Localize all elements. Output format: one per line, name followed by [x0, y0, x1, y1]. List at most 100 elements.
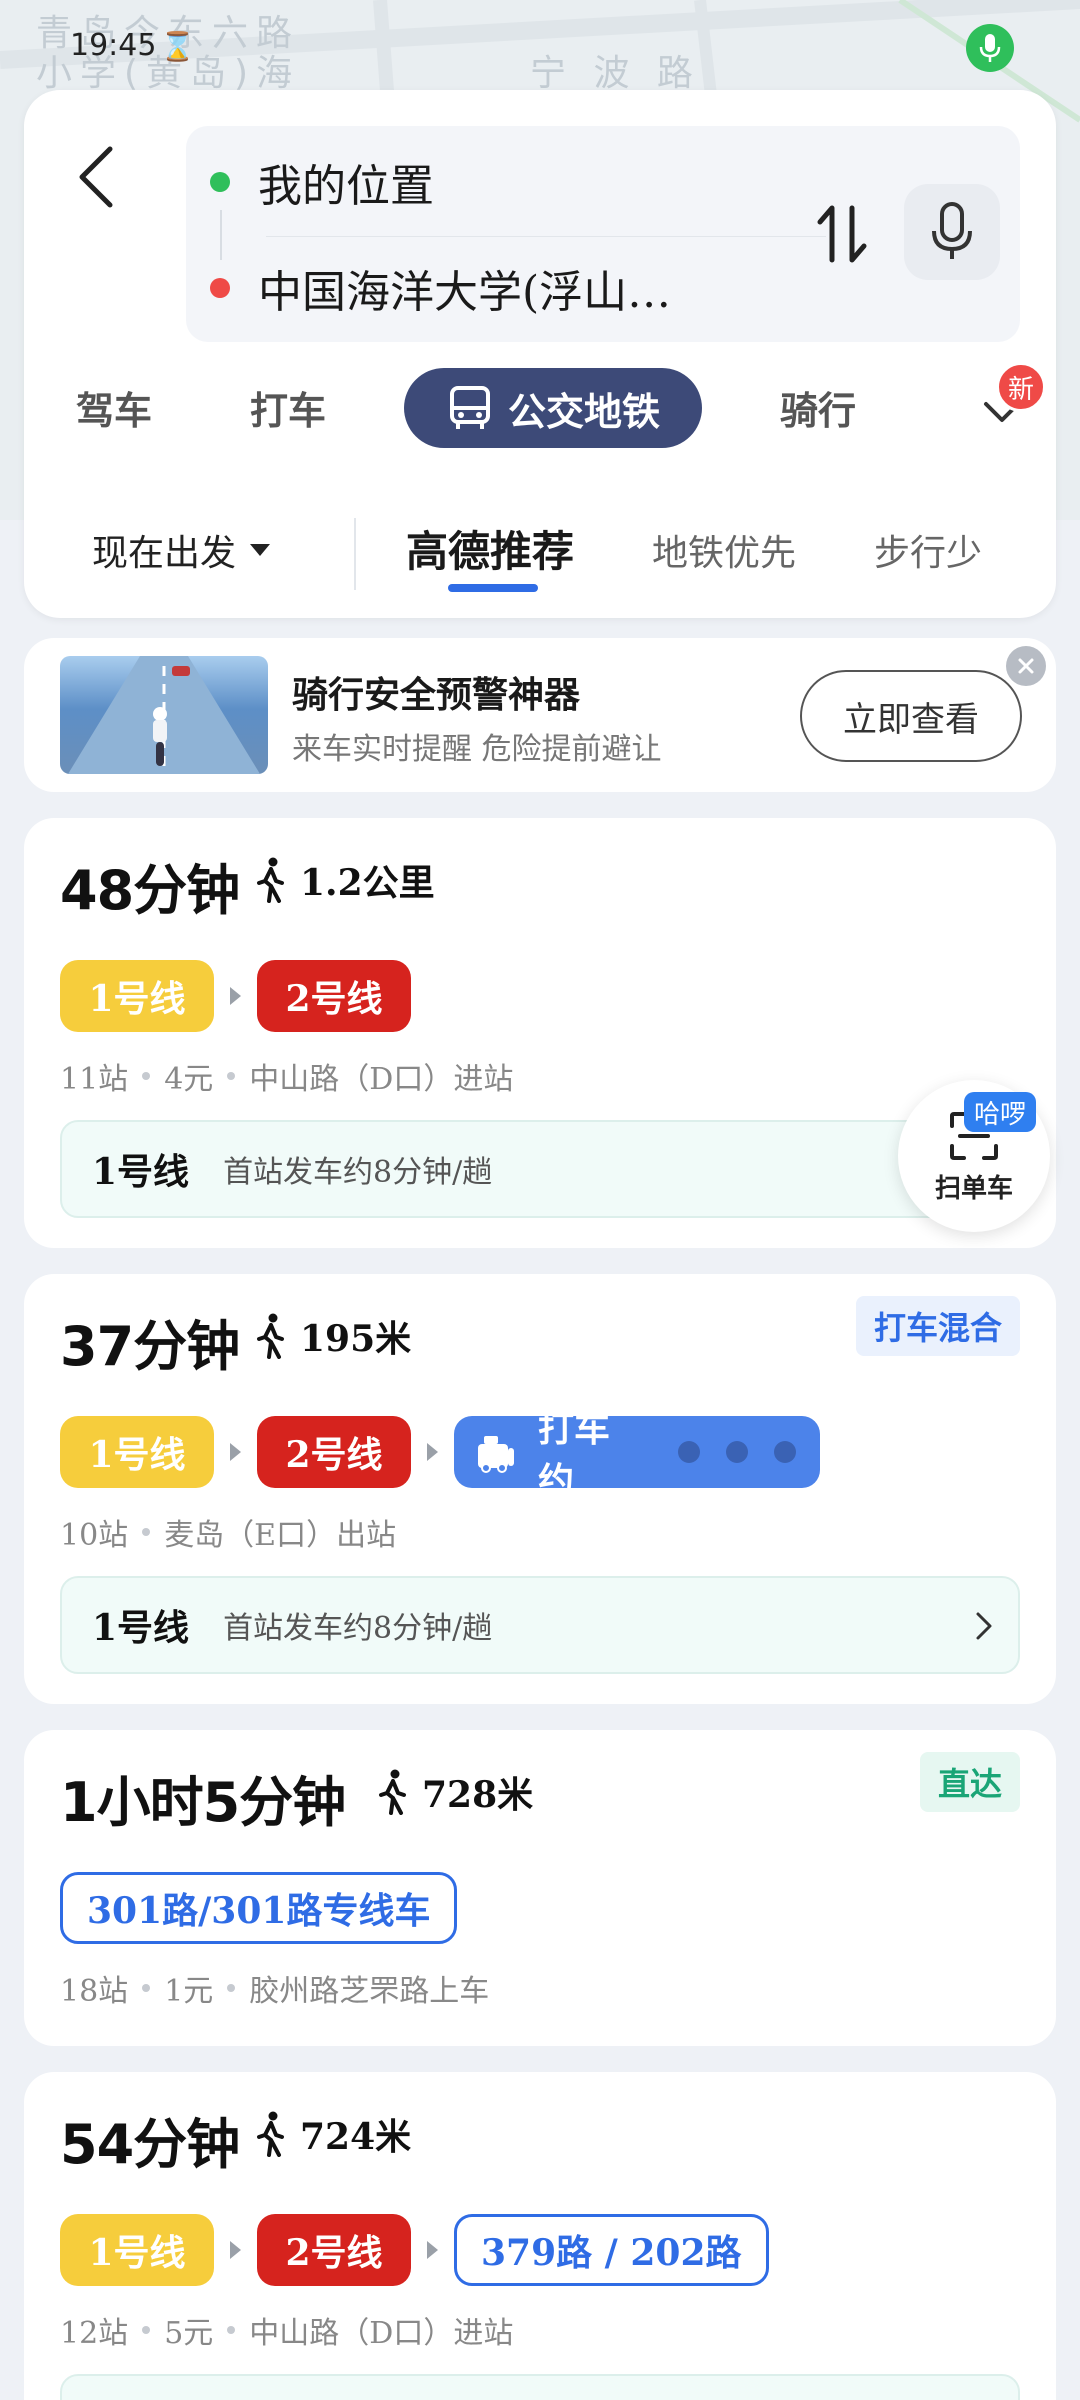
swap-locations-button[interactable]: [804, 192, 880, 276]
walk-distance-text: 724米: [300, 2116, 412, 2158]
route-station: 麦岛（E口）出站: [164, 1518, 397, 1553]
line-1-badge: 1号线: [60, 960, 214, 1032]
taxi-icon: [474, 1430, 518, 1474]
separator-dot: [227, 2326, 236, 2334]
line-2-badge: 2号线: [257, 960, 411, 1032]
loading-dots: [652, 1441, 796, 1463]
route-option-card[interactable]: 1小时5分钟 728米 直达 301路/301路专线车 18站 1元 胶州路芝罘…: [24, 1730, 1056, 2046]
filter-tab-subway-first[interactable]: 地铁优先: [652, 524, 796, 576]
route-duration: 48分钟: [60, 859, 240, 922]
back-button[interactable]: [60, 132, 132, 222]
detail-line-name: 1号线: [92, 1607, 190, 1649]
route-stops: 11站: [60, 1062, 129, 1097]
ad-close-button[interactable]: [1006, 646, 1046, 686]
ad-title: 骑行安全预警神器: [292, 675, 581, 716]
caret-down-icon: [250, 544, 271, 556]
route-duration: 54分钟: [60, 2113, 240, 2176]
route-duration: 37分钟: [60, 1315, 240, 1378]
voice-input-button[interactable]: [904, 184, 1000, 280]
ad-image: [60, 656, 268, 774]
bus-icon: [446, 384, 494, 432]
tab-drive[interactable]: 驾车: [76, 380, 152, 435]
route-segments: 301路/301路专线车: [60, 1872, 458, 1944]
tab-taxi[interactable]: 打车: [250, 380, 326, 435]
line-detail-bar[interactable]: 1号线 首站发车约8分钟/趟: [60, 1120, 1020, 1218]
ad-view-button[interactable]: 立即查看: [800, 670, 1022, 762]
line-detail-bar[interactable]: 1号线 首站发车约8分钟/趟: [60, 1576, 1020, 1674]
walking-icon: [254, 857, 286, 903]
route-fare: 5元: [164, 2316, 214, 2351]
route-input-box: 我的位置 中国海洋大学(浮山…: [186, 126, 1020, 342]
map-label: 宁 波 路: [530, 53, 701, 94]
arrow-right-icon: [230, 2241, 241, 2259]
route-tag-direct: 直达: [919, 1752, 1020, 1812]
swap-icon: [817, 205, 867, 263]
detail-line-frequency: 首站发车约8分钟/趟: [223, 1611, 493, 1646]
route-stops: 18站: [60, 1974, 129, 2009]
route-walk-distance: 728米: [376, 1766, 533, 1818]
walking-icon: [376, 1769, 408, 1815]
taxi-segment-badge: 打车 约: [454, 1408, 820, 1502]
route-fare: 4元: [164, 1062, 214, 1097]
separator-dot: [142, 2326, 151, 2334]
depart-time-label: 现在出发: [92, 533, 237, 574]
route-walk-distance: 724米: [254, 2108, 411, 2160]
divider: [220, 210, 222, 260]
bus-line-badge: 379路 / 202路: [454, 2214, 769, 2286]
hourglass-icon: ⌛: [160, 30, 195, 63]
detail-line-name: 1号线: [92, 1151, 190, 1193]
route-walk-distance: 1.2公里: [254, 854, 435, 906]
route-info: 18站 1元 胶州路芝罘路上车: [60, 1966, 489, 2010]
ad-banner[interactable]: 骑行安全预警神器 来车实时提醒 危险提前避让 立即查看: [24, 638, 1056, 792]
filter-tab-recommended[interactable]: 高德推荐: [406, 518, 574, 579]
arrow-right-icon: [427, 1443, 438, 1461]
filter-tab-less-walking[interactable]: 步行少: [874, 524, 982, 576]
tab-transit-label: 公交地铁: [507, 388, 660, 434]
start-dot-icon: [210, 172, 230, 192]
ad-subtitle: 来车实时提醒 危险提前避让: [292, 732, 662, 767]
scan-bike-label: 扫单车: [934, 1174, 1013, 1204]
scan-bike-button[interactable]: 哈啰 扫单车: [898, 1080, 1050, 1232]
detail-line-frequency: 首站发车约8分钟/趟: [223, 1155, 493, 1190]
divider: [266, 236, 826, 237]
walk-distance-text: 1.2公里: [300, 862, 435, 904]
route-option-card[interactable]: 54分钟 724米 1号线 2号线 379路 / 202路 12站 5元 中山路…: [24, 2072, 1056, 2400]
end-location-text: 中国海洋大学(浮山…: [258, 267, 672, 318]
arrow-right-icon: [230, 1443, 241, 1461]
route-fare: 1元: [164, 1974, 214, 2009]
route-segments: 1号线 2号线 379路 / 202路: [60, 2214, 769, 2286]
tab-transit[interactable]: 公交地铁: [404, 368, 702, 448]
route-option-card[interactable]: 37分钟 195米 打车混合 1号线 2号线 打车 约 10站 麦岛（E口）出站…: [24, 1274, 1056, 1704]
route-filter-row: 现在出发 高德推荐 地铁优先 步行少: [24, 500, 1056, 600]
start-location-field[interactable]: 我的位置: [210, 150, 434, 214]
route-search-card: 我的位置 中国海洋大学(浮山… 驾车 打车 公交地铁 骑行 新 现在出发 高德推…: [24, 90, 1056, 618]
route-station: 胶州路芝罘路上车: [249, 1974, 490, 2009]
route-duration: 1小时5分钟: [60, 1771, 346, 1834]
line-1-badge: 1号线: [60, 2214, 214, 2286]
depart-time-dropdown[interactable]: 现在出发: [92, 524, 271, 576]
line-1-badge: 1号线: [60, 1416, 214, 1488]
route-info: 10站 麦岛（E口）出站: [60, 1510, 396, 1554]
line-2-badge: 2号线: [257, 2214, 411, 2286]
walk-distance-text: 195米: [300, 1318, 412, 1360]
route-tag-taxi-mixed: 打车混合: [855, 1296, 1020, 1356]
end-location-field[interactable]: 中国海洋大学(浮山…: [210, 256, 671, 320]
bus-line-badge: 301路/301路专线车: [60, 1872, 458, 1944]
start-location-text: 我的位置: [258, 161, 434, 212]
route-info: 11站 4元 中山路（D口）进站: [60, 1054, 513, 1098]
hello-badge: 哈啰: [964, 1092, 1037, 1132]
route-station: 中山路（D口）进站: [249, 2316, 514, 2351]
route-segments: 1号线 2号线 打车 约: [60, 1408, 820, 1502]
separator-dot: [142, 1528, 151, 1536]
separator-dot: [142, 1072, 151, 1080]
mic-active-indicator-icon: [966, 24, 1014, 72]
line-2-badge: 2号线: [257, 1416, 411, 1488]
chevron-right-icon: [974, 1610, 994, 1642]
tab-bike[interactable]: 骑行: [780, 380, 856, 435]
close-icon: [1018, 658, 1034, 674]
line-detail-bar[interactable]: [60, 2374, 1020, 2400]
divider: [354, 518, 356, 590]
arrow-right-icon: [427, 2241, 438, 2259]
active-tab-indicator: [448, 584, 538, 592]
microphone-icon: [932, 202, 972, 259]
